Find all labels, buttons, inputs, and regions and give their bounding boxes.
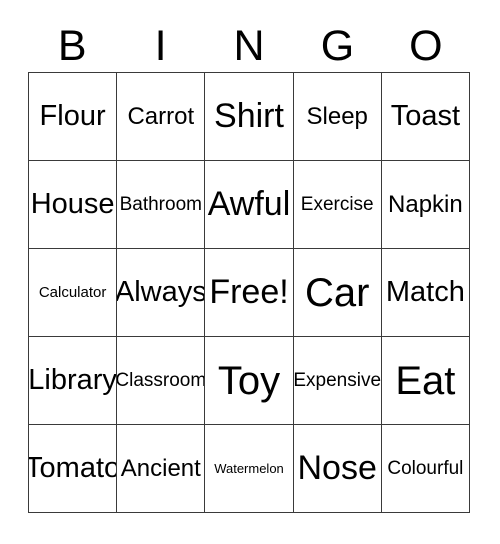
bingo-cell-label: Flour [39,100,106,133]
bingo-cell-label: Calculator [38,283,107,301]
bingo-cell-r1c1[interactable]: Flour [29,73,118,161]
bingo-cell-r1c2[interactable]: Carrot [117,73,206,161]
bingo-cell-label: Expensive [293,369,382,391]
bingo-cell-label: Toy [217,358,281,403]
bingo-card: B I N G O Flour Carrot Shirt Sleep Toast… [0,0,500,544]
bingo-cell-label: Ancient [120,454,201,482]
bingo-cell-r2c2[interactable]: Bathroom [117,161,206,249]
bingo-cell-r2c5[interactable]: Napkin [381,161,470,249]
bingo-header-letter-g: G [320,22,355,70]
bingo-cell-label: Colourful [387,457,464,479]
bingo-cell-r2c4[interactable]: Exercise [293,161,382,249]
bingo-cell-r5c5[interactable]: Colourful [381,425,470,513]
bingo-header-letter-n: N [233,22,265,70]
bingo-cell-label: Classroom [117,369,206,391]
bingo-cell-label: Eat [395,358,456,403]
bingo-cell-free-space[interactable]: Free! [205,249,294,337]
bingo-cell-label: Sleep [306,102,368,130]
bingo-cell-r3c1[interactable]: Calculator [29,249,118,337]
bingo-cell-label: Car [304,270,370,315]
bingo-cell-label: Napkin [388,190,463,218]
bingo-cell-label: Tomato [29,452,118,485]
bingo-cell-r1c4[interactable]: Sleep [293,73,382,161]
bingo-cell-r3c2[interactable]: Always [117,249,206,337]
bingo-header-letter-o: O [409,22,443,70]
bingo-cell-label: Always [117,276,206,309]
bingo-cell-r2c1[interactable]: House [29,161,118,249]
bingo-cell-r3c5[interactable]: Match [381,249,470,337]
bingo-cell-r5c4[interactable]: Nose [293,425,382,513]
bingo-cell-r5c1[interactable]: Tomato [29,425,118,513]
bingo-cell-label: Bathroom [119,193,202,215]
bingo-cell-label: Nose [297,448,377,487]
bingo-grid: Flour Carrot Shirt Sleep Toast House Bat… [28,72,470,513]
bingo-header-row: B I N G O [28,21,470,72]
bingo-free-space-label: Free! [209,272,289,311]
bingo-cell-r5c3[interactable]: Watermelon [205,425,294,513]
bingo-cell-label: Match [385,276,465,309]
bingo-cell-r3c4[interactable]: Car [293,249,382,337]
bingo-cell-r2c3[interactable]: Awful [205,161,294,249]
bingo-cell-r4c1[interactable]: Library [29,337,118,425]
bingo-header-letter-i: I [154,22,167,70]
bingo-cell-r1c3[interactable]: Shirt [205,73,294,161]
bingo-cell-label: Carrot [127,102,195,130]
bingo-cell-r4c3[interactable]: Toy [205,337,294,425]
bingo-cell-label: Library [29,364,117,397]
bingo-cell-label: Watermelon [214,460,284,476]
bingo-cell-r5c2[interactable]: Ancient [117,425,206,513]
bingo-cell-r4c2[interactable]: Classroom [117,337,206,425]
bingo-cell-label: Shirt [214,96,284,135]
bingo-cell-label: Exercise [300,193,374,215]
bingo-cell-r4c4[interactable]: Expensive [293,337,382,425]
bingo-cell-label: Awful [207,184,291,223]
bingo-cell-label: House [30,188,115,221]
bingo-cell-r4c5[interactable]: Eat [381,337,470,425]
bingo-cell-r1c5[interactable]: Toast [381,73,470,161]
bingo-cell-label: Toast [390,100,461,133]
bingo-header-letter-b: B [57,22,87,70]
